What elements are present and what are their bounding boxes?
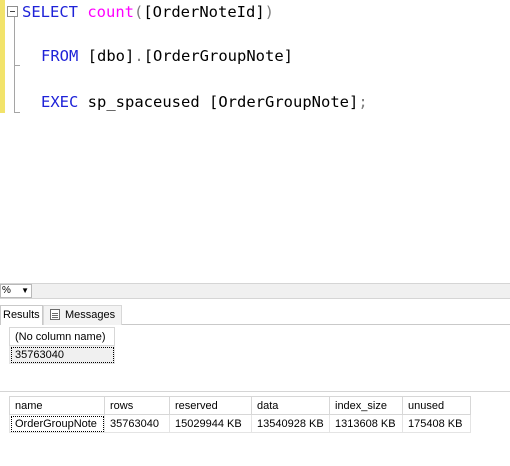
zoom-bar: % ▼ bbox=[0, 283, 510, 299]
table-cell[interactable]: OrderGroupNote bbox=[9, 414, 105, 433]
table-cell[interactable]: 1313608 KB bbox=[329, 414, 403, 433]
code-token: [dbo] bbox=[87, 47, 135, 65]
column-header-data[interactable]: data bbox=[251, 396, 330, 415]
table-cell[interactable]: 13540928 KB bbox=[251, 414, 330, 433]
results-grid-spaceused[interactable]: name rows reserved data index_size unuse… bbox=[9, 396, 471, 433]
tab-results-label: Results bbox=[3, 309, 40, 321]
column-header[interactable]: (No column name) bbox=[9, 327, 115, 346]
outline-tick bbox=[14, 112, 20, 113]
code-token: . bbox=[134, 47, 144, 65]
messages-icon bbox=[50, 309, 60, 320]
query-editor[interactable]: SELECT count([OrderNoteId]) FROM [dbo].[… bbox=[0, 0, 510, 283]
chevron-down-icon: ▼ bbox=[21, 286, 29, 295]
zoom-value: % bbox=[2, 285, 11, 296]
table-cell[interactable]: 35763040 bbox=[104, 414, 170, 433]
code-token: ) bbox=[264, 3, 275, 21]
code-token: ( bbox=[134, 3, 144, 21]
code-token: EXEC bbox=[41, 93, 88, 111]
change-margin bbox=[0, 0, 5, 113]
column-header-reserved[interactable]: reserved bbox=[169, 396, 252, 415]
table-cell[interactable]: 175408 KB bbox=[402, 414, 471, 433]
tab-messages-label: Messages bbox=[65, 309, 116, 321]
code-line-from[interactable]: FROM [dbo].[OrderGroupNote] bbox=[41, 46, 293, 66]
code-token: [OrderNoteId] bbox=[143, 3, 265, 21]
zoom-dropdown[interactable]: % ▼ bbox=[0, 284, 32, 298]
code-line-select[interactable]: SELECT count([OrderNoteId]) bbox=[22, 2, 274, 22]
code-token: SELECT bbox=[22, 3, 88, 21]
grid-divider bbox=[0, 391, 510, 392]
code-token: ; bbox=[358, 93, 368, 111]
collapse-minus-icon[interactable] bbox=[7, 6, 18, 17]
column-header-index-size[interactable]: index_size bbox=[329, 396, 403, 415]
code-token: [OrderGroupNote] bbox=[209, 93, 359, 111]
results-grid-count[interactable]: (No column name) 35763040 bbox=[9, 327, 115, 364]
result-tabs: Results Messages bbox=[0, 305, 510, 325]
code-line-exec[interactable]: EXEC sp_spaceused [OrderGroupNote]; bbox=[41, 92, 368, 112]
table-cell[interactable]: 15029944 KB bbox=[169, 414, 252, 433]
outline-tick bbox=[14, 65, 20, 66]
code-token: [OrderGroupNote] bbox=[143, 47, 293, 65]
tab-messages[interactable]: Messages bbox=[43, 305, 122, 325]
table-cell[interactable]: 35763040 bbox=[9, 345, 115, 364]
code-token: count bbox=[87, 3, 134, 21]
code-token: sp_spaceused bbox=[87, 93, 209, 111]
column-header-unused[interactable]: unused bbox=[402, 396, 471, 415]
column-header-name[interactable]: name bbox=[9, 396, 105, 415]
column-header-rows[interactable]: rows bbox=[104, 396, 170, 415]
code-token: FROM bbox=[41, 47, 88, 65]
tab-results[interactable]: Results bbox=[0, 305, 43, 325]
